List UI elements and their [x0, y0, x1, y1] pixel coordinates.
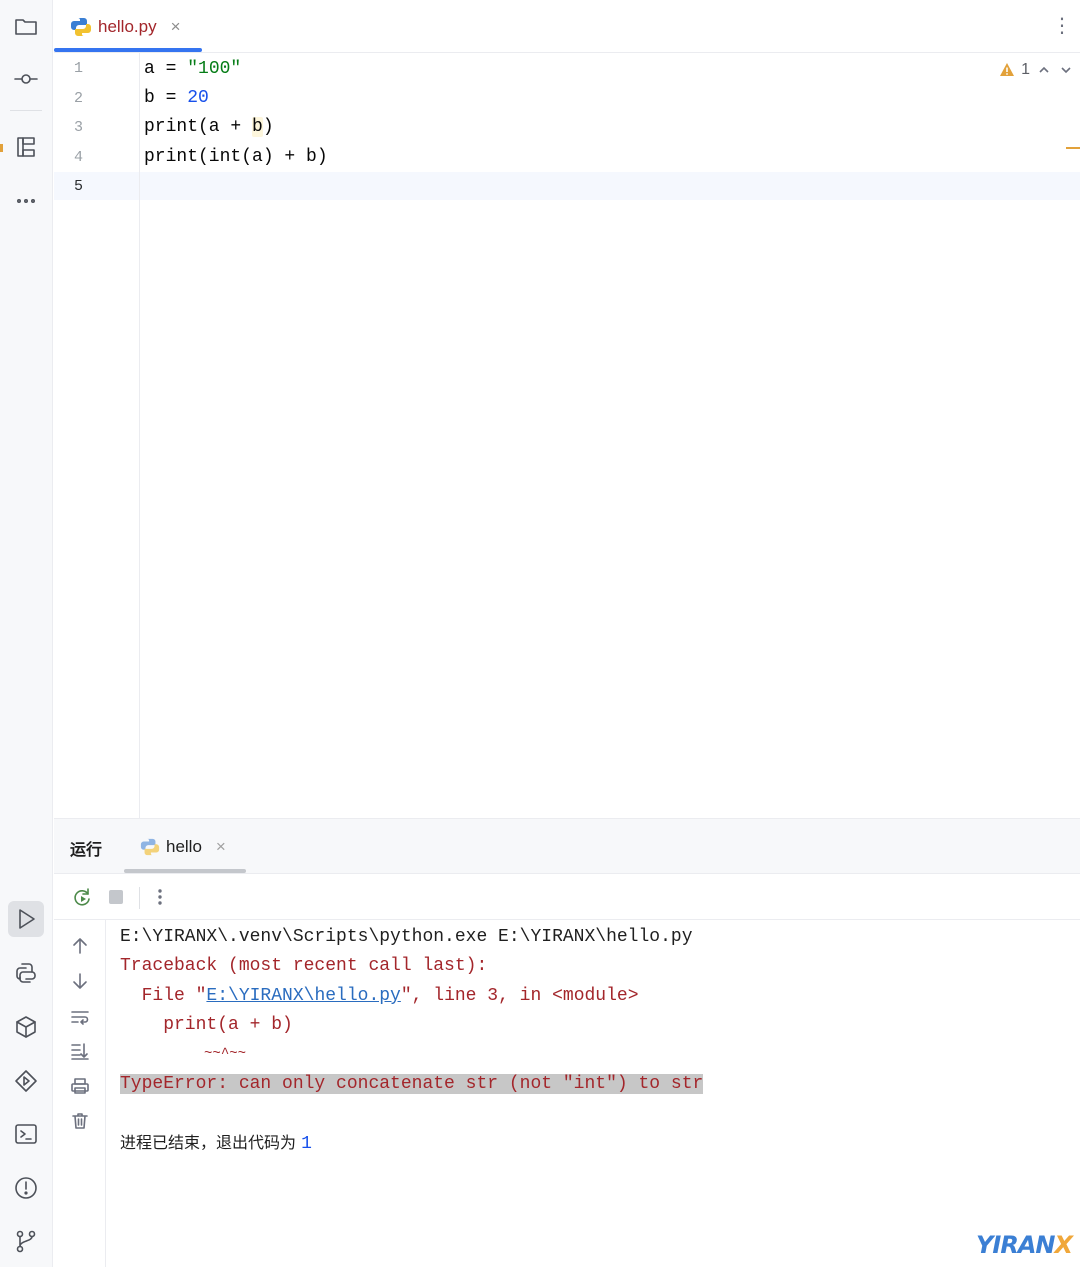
line-number: 1: [74, 60, 84, 77]
console-exit-line: 进程已结束，退出代码为 1: [120, 1129, 312, 1157]
code-token: print(a +: [144, 117, 253, 137]
console-traceback-file: File "E:\YIRANX\hello.py", line 3, in <m…: [120, 982, 639, 1010]
project-folder-icon[interactable]: [8, 8, 44, 44]
number-literal: 20: [187, 88, 209, 108]
python-run-config-icon: [140, 838, 160, 855]
console-traceback-code: print(a + b): [120, 1015, 293, 1035]
warning-scroll-marker[interactable]: [1066, 147, 1080, 149]
exit-text: 进程已结束，退出代码为: [120, 1133, 302, 1152]
warning-icon: [1000, 63, 1015, 76]
console-side-toolbar: [54, 920, 106, 1267]
code-line[interactable]: print(a + b): [144, 114, 274, 140]
watermark-text: X: [1054, 1231, 1072, 1259]
run-tab-indicator: [124, 869, 246, 873]
run-toolbar: [54, 875, 1080, 920]
more-tools-icon[interactable]: [8, 183, 44, 219]
line-number: 4: [74, 149, 84, 166]
active-tab-indicator: [54, 48, 202, 52]
line-number: 2: [74, 90, 84, 107]
file-link[interactable]: E:\YIRANX\hello.py: [206, 986, 400, 1006]
soft-wrap-icon[interactable]: [67, 1004, 93, 1030]
watermark-text: YIRAN: [976, 1231, 1055, 1259]
run-tab-hello[interactable]: hello ×: [124, 819, 246, 874]
previous-highlight-icon[interactable]: [1036, 62, 1052, 78]
editor-tab-hello-py[interactable]: hello.py ×: [54, 0, 202, 53]
exit-code: 1: [301, 1134, 312, 1154]
code-editor[interactable]: 1 2 3 4 5 a = "100" b = 20 print(a + b) …: [54, 53, 1080, 818]
structure-icon[interactable]: [8, 129, 44, 165]
print-icon[interactable]: [67, 1073, 93, 1099]
code-line[interactable]: a = "100": [144, 56, 241, 82]
console-caret-marker: ~~^~~: [120, 1046, 247, 1062]
problems-icon[interactable]: [8, 1170, 44, 1206]
run-header: 运行 hello ×: [54, 819, 1080, 874]
code-token: b =: [144, 88, 188, 108]
down-stack-frame-icon[interactable]: [67, 968, 93, 994]
rerun-icon[interactable]: [69, 884, 95, 910]
console-text: File ": [120, 986, 207, 1006]
python-file-icon: [71, 17, 91, 36]
version-control-icon[interactable]: [8, 1223, 44, 1259]
code-token: a =: [144, 59, 188, 79]
console-command-line: E:\YIRANX\.venv\Scripts\python.exe E:\YI…: [120, 927, 693, 947]
more-options-icon[interactable]: ⋮: [1052, 12, 1072, 40]
left-tool-strip: [0, 0, 53, 1267]
code-line[interactable]: print(int(a) + b): [144, 144, 328, 170]
console-text: ", line 3, in <module>: [400, 986, 639, 1006]
code-token: print(int(a) + b): [144, 147, 328, 167]
clear-all-icon[interactable]: [67, 1108, 93, 1134]
run-tool-window: 运行 hello × E:\YIRANX\.venv\Scripts\pytho…: [54, 818, 1080, 1267]
close-icon[interactable]: ×: [171, 17, 181, 37]
editor-tab-label: hello.py: [98, 16, 157, 36]
line-number: 3: [74, 119, 84, 136]
console-traceback-header: Traceback (most recent call last):: [120, 956, 488, 976]
stop-icon[interactable]: [103, 884, 129, 910]
next-highlight-icon[interactable]: [1058, 62, 1074, 78]
code-line[interactable]: b = 20: [144, 85, 209, 111]
more-actions-icon[interactable]: [147, 884, 173, 910]
run-tab-label: hello: [166, 836, 202, 856]
run-tool-icon[interactable]: [8, 901, 44, 937]
commit-icon[interactable]: [8, 61, 44, 97]
editor-tab-bar: hello.py × ⋮: [54, 0, 1080, 53]
terminal-icon[interactable]: [8, 1116, 44, 1152]
strip-divider: [10, 110, 42, 111]
inspection-widget[interactable]: 1: [999, 61, 1074, 79]
up-stack-frame-icon[interactable]: [67, 933, 93, 959]
strip-marker: [0, 144, 3, 152]
line-number-gutter: 1 2 3 4 5: [54, 53, 140, 818]
scroll-to-end-icon[interactable]: [67, 1038, 93, 1064]
error-message: TypeError: can only concatenate str (not…: [120, 1074, 704, 1094]
toolbar-divider: [139, 887, 140, 909]
warning-count: 1: [1021, 61, 1030, 78]
current-line-highlight: [54, 172, 1080, 200]
line-number-current: 5: [74, 178, 84, 195]
watermark-logo: YIRANX: [976, 1231, 1073, 1259]
run-window-title: 运行: [70, 840, 103, 859]
string-literal: "100": [187, 59, 242, 79]
code-token: ): [262, 117, 274, 137]
services-icon[interactable]: [8, 1063, 44, 1099]
close-icon[interactable]: ×: [216, 837, 226, 857]
python-packages-icon[interactable]: [8, 1009, 44, 1045]
warning-highlight: b: [252, 117, 263, 137]
python-console-icon[interactable]: [8, 955, 44, 991]
console-error-line: TypeError: can only concatenate str (not…: [120, 1070, 704, 1098]
